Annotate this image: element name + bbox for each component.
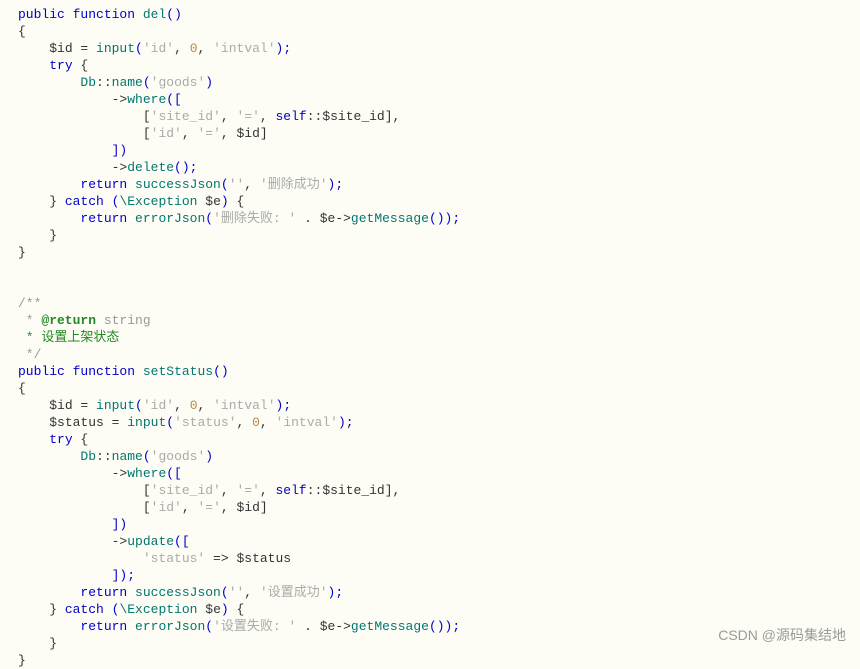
keyword-public: public: [18, 7, 65, 22]
watermark-text: CSDN @源码集结地: [718, 627, 846, 644]
brace: {: [18, 24, 26, 39]
docblock-open: /**: [18, 296, 41, 311]
variable: $id: [49, 41, 72, 56]
parens: (): [166, 7, 182, 22]
keyword-try: try: [49, 58, 72, 73]
docblock-close: */: [18, 347, 41, 362]
docblock-desc: * 设置上架状态: [18, 330, 119, 345]
function-name: setStatus: [143, 364, 213, 379]
function-name: del: [143, 7, 166, 22]
code-block: public function del() { $id = input('id'…: [18, 6, 854, 669]
keyword-function: function: [73, 7, 135, 22]
fn-call: input: [96, 41, 135, 56]
